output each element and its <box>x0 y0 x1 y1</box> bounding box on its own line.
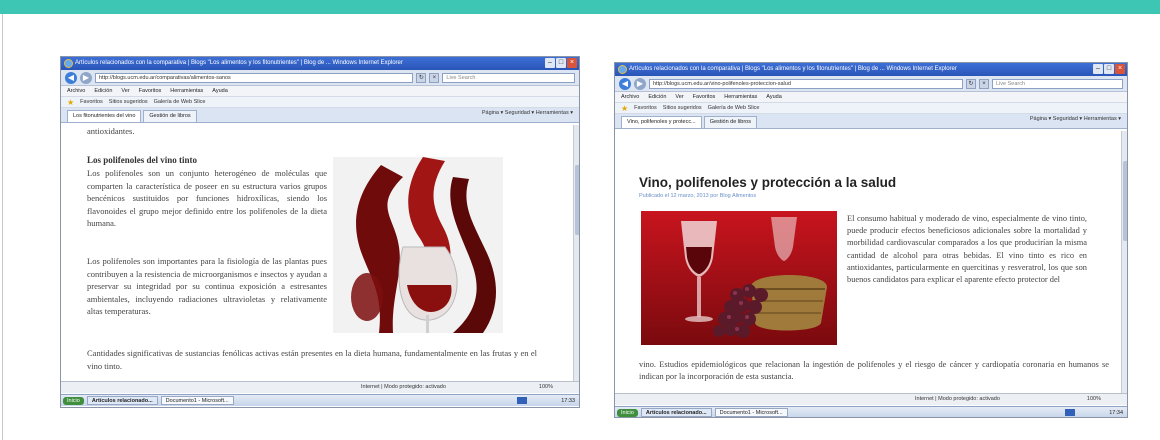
slide-left-border <box>2 14 3 440</box>
fav-favoritos[interactable]: Favoritos <box>634 103 657 114</box>
fav-galeria[interactable]: Galería de Web Slice <box>708 103 760 114</box>
right-window-title: Artículos relacionados con la comparativ… <box>629 66 957 72</box>
left-status-text: Internet | Modo protegido: activado <box>361 384 446 390</box>
left-paragraph-1: Los polifenoles son un conjunto heterogé… <box>87 168 327 228</box>
stop-icon[interactable]: × <box>978 78 989 89</box>
menu-edicion[interactable]: Edición <box>94 86 112 96</box>
refresh-icon[interactable]: ↻ <box>965 78 976 89</box>
right-article-title: Vino, polifenoles y protección a la salu… <box>639 175 897 190</box>
tab-inactive[interactable]: Gestión de libros <box>703 116 757 128</box>
right-article-byline: Publicado el 12 marzo, 2013 por Blog Ali… <box>639 193 757 199</box>
close-icon[interactable]: × <box>1115 64 1125 74</box>
tray-icon <box>1065 409 1075 416</box>
maximize-icon[interactable]: □ <box>1104 64 1114 74</box>
right-browser-window: Artículos relacionados con la comparativ… <box>614 62 1128 418</box>
forward-arrow-icon[interactable]: ▶ <box>80 71 92 84</box>
right-search-input[interactable]: Live Search <box>991 78 1123 89</box>
refresh-icon[interactable]: ↻ <box>416 72 427 83</box>
right-taskbar: Inicio Artículos relacionado... Document… <box>615 406 1127 417</box>
tray-icon <box>517 397 527 404</box>
left-taskbar: Inicio Artículos relacionado... Document… <box>61 394 579 406</box>
left-browser-window: Artículos relacionados con la comparativ… <box>60 56 580 408</box>
taskbar-item-browser[interactable]: Artículos relacionado... <box>640 408 712 417</box>
wine-splash-image <box>333 157 503 333</box>
left-status-bar: Internet | Modo protegido: activado 100% <box>61 381 579 393</box>
left-paragraph-2: Los polifenoles son importantes para la … <box>87 256 327 316</box>
taskbar-item-browser[interactable]: Artículos relacionado... <box>86 396 158 405</box>
tab-active[interactable]: Los fitonutrientes del vino <box>67 110 142 122</box>
favorites-star-icon[interactable]: ★ <box>621 103 628 114</box>
right-zoom-level[interactable]: 100% <box>1087 394 1101 405</box>
right-status-text: Internet | Modo protegido: activado <box>915 396 1000 402</box>
right-paragraph-2: vino. Estudios epidemiológicos que relac… <box>639 360 1109 382</box>
left-top-line: antioxidantes. <box>87 126 135 136</box>
right-address-input[interactable]: http://blogs.ucm.edu.ar/vino-polifenoles… <box>649 78 963 89</box>
tab-inactive[interactable]: Gestión de libros <box>143 110 197 122</box>
back-arrow-icon[interactable]: ◀ <box>619 77 631 90</box>
minimize-icon[interactable]: – <box>1093 64 1103 74</box>
right-tab-bar: Vino, polifenoles y protecc... Gestión d… <box>615 114 1127 129</box>
menu-favoritos[interactable]: Favoritos <box>693 92 716 102</box>
left-window-title: Artículos relacionados con la comparativ… <box>75 60 403 66</box>
menu-ver[interactable]: Ver <box>121 86 129 96</box>
menu-herramientas[interactable]: Herramientas <box>724 92 757 102</box>
tab-active[interactable]: Vino, polifenoles y protecc... <box>621 116 702 128</box>
favorites-star-icon[interactable]: ★ <box>67 97 74 108</box>
start-button[interactable]: Inicio <box>63 396 84 405</box>
start-button[interactable]: Inicio <box>617 408 638 417</box>
right-scrollbar[interactable] <box>1121 131 1127 393</box>
right-title-bar: Artículos relacionados con la comparativ… <box>615 63 1127 76</box>
taskbar-clock: 17:34 <box>1109 409 1123 416</box>
left-address-input[interactable]: http://blogs.ucm.edu.ar/comparativas/ali… <box>95 72 414 83</box>
menu-archivo[interactable]: Archivo <box>67 86 85 96</box>
forward-arrow-icon[interactable]: ▶ <box>634 77 646 90</box>
right-paragraph-1: El consumo habitual y moderado de vino, … <box>847 214 1087 285</box>
fav-sitios-sugeridos[interactable]: Sitios sugeridos <box>109 97 148 108</box>
fav-galeria[interactable]: Galería de Web Slice <box>154 97 206 108</box>
right-address-bar: ◀ ▶ http://blogs.ucm.edu.ar/vino-polifen… <box>615 76 1127 92</box>
left-section-heading: Los polifenoles del vino tinto <box>87 155 198 165</box>
taskbar-clock: 17:33 <box>561 397 575 404</box>
left-scrollbar[interactable] <box>573 125 579 381</box>
stop-icon[interactable]: × <box>429 72 440 83</box>
right-menu-bar: Archivo Edición Ver Favoritos Herramient… <box>615 92 1127 103</box>
right-command-bar[interactable]: Página ▾ Seguridad ▾ Herramientas ▾ <box>1030 116 1121 122</box>
menu-ayuda[interactable]: Ayuda <box>212 86 228 96</box>
ie-logo-icon <box>618 65 627 74</box>
back-arrow-icon[interactable]: ◀ <box>65 71 77 84</box>
fav-sitios-sugeridos[interactable]: Sitios sugeridos <box>663 103 702 114</box>
taskbar-item-document[interactable]: Documento1 - Microsoft... <box>714 408 788 417</box>
fav-favoritos[interactable]: Favoritos <box>80 97 103 108</box>
left-favorites-bar: ★ Favoritos Sitios sugeridos Galería de … <box>61 97 579 108</box>
taskbar-item-document[interactable]: Documento1 - Microsoft... <box>160 396 234 405</box>
slide: Artículos relacionados con la comparativ… <box>0 0 1160 440</box>
maximize-icon[interactable]: □ <box>556 58 566 68</box>
menu-ayuda[interactable]: Ayuda <box>766 92 782 102</box>
right-page-content: Vino, polifenoles y protección a la salu… <box>615 131 1127 393</box>
left-paragraph-3: Cantidades significativas de sustancias … <box>87 348 537 371</box>
left-zoom-level[interactable]: 100% <box>539 382 553 393</box>
left-search-input[interactable]: Live Search <box>442 72 575 83</box>
minimize-icon[interactable]: – <box>545 58 555 68</box>
left-title-bar: Artículos relacionados con la comparativ… <box>61 57 579 70</box>
left-page-content: antioxidantes. Los polifenoles del vino … <box>61 125 579 381</box>
right-favorites-bar: ★ Favoritos Sitios sugeridos Galería de … <box>615 103 1127 114</box>
menu-archivo[interactable]: Archivo <box>621 92 639 102</box>
menu-edicion[interactable]: Edición <box>648 92 666 102</box>
menu-favoritos[interactable]: Favoritos <box>139 86 162 96</box>
ie-logo-icon <box>64 59 73 68</box>
menu-herramientas[interactable]: Herramientas <box>170 86 203 96</box>
close-icon[interactable]: × <box>567 58 577 68</box>
accent-top-rule <box>0 0 1160 14</box>
left-command-bar[interactable]: Página ▾ Seguridad ▾ Herramientas ▾ <box>482 110 573 116</box>
left-menu-bar: Archivo Edición Ver Favoritos Herramient… <box>61 86 579 97</box>
menu-ver[interactable]: Ver <box>675 92 683 102</box>
left-address-bar: ◀ ▶ http://blogs.ucm.edu.ar/comparativas… <box>61 70 579 86</box>
left-tab-bar: Los fitonutrientes del vino Gestión de l… <box>61 108 579 123</box>
right-status-bar: Internet | Modo protegido: activado 100% <box>615 393 1127 405</box>
wine-grapes-image <box>641 211 837 345</box>
